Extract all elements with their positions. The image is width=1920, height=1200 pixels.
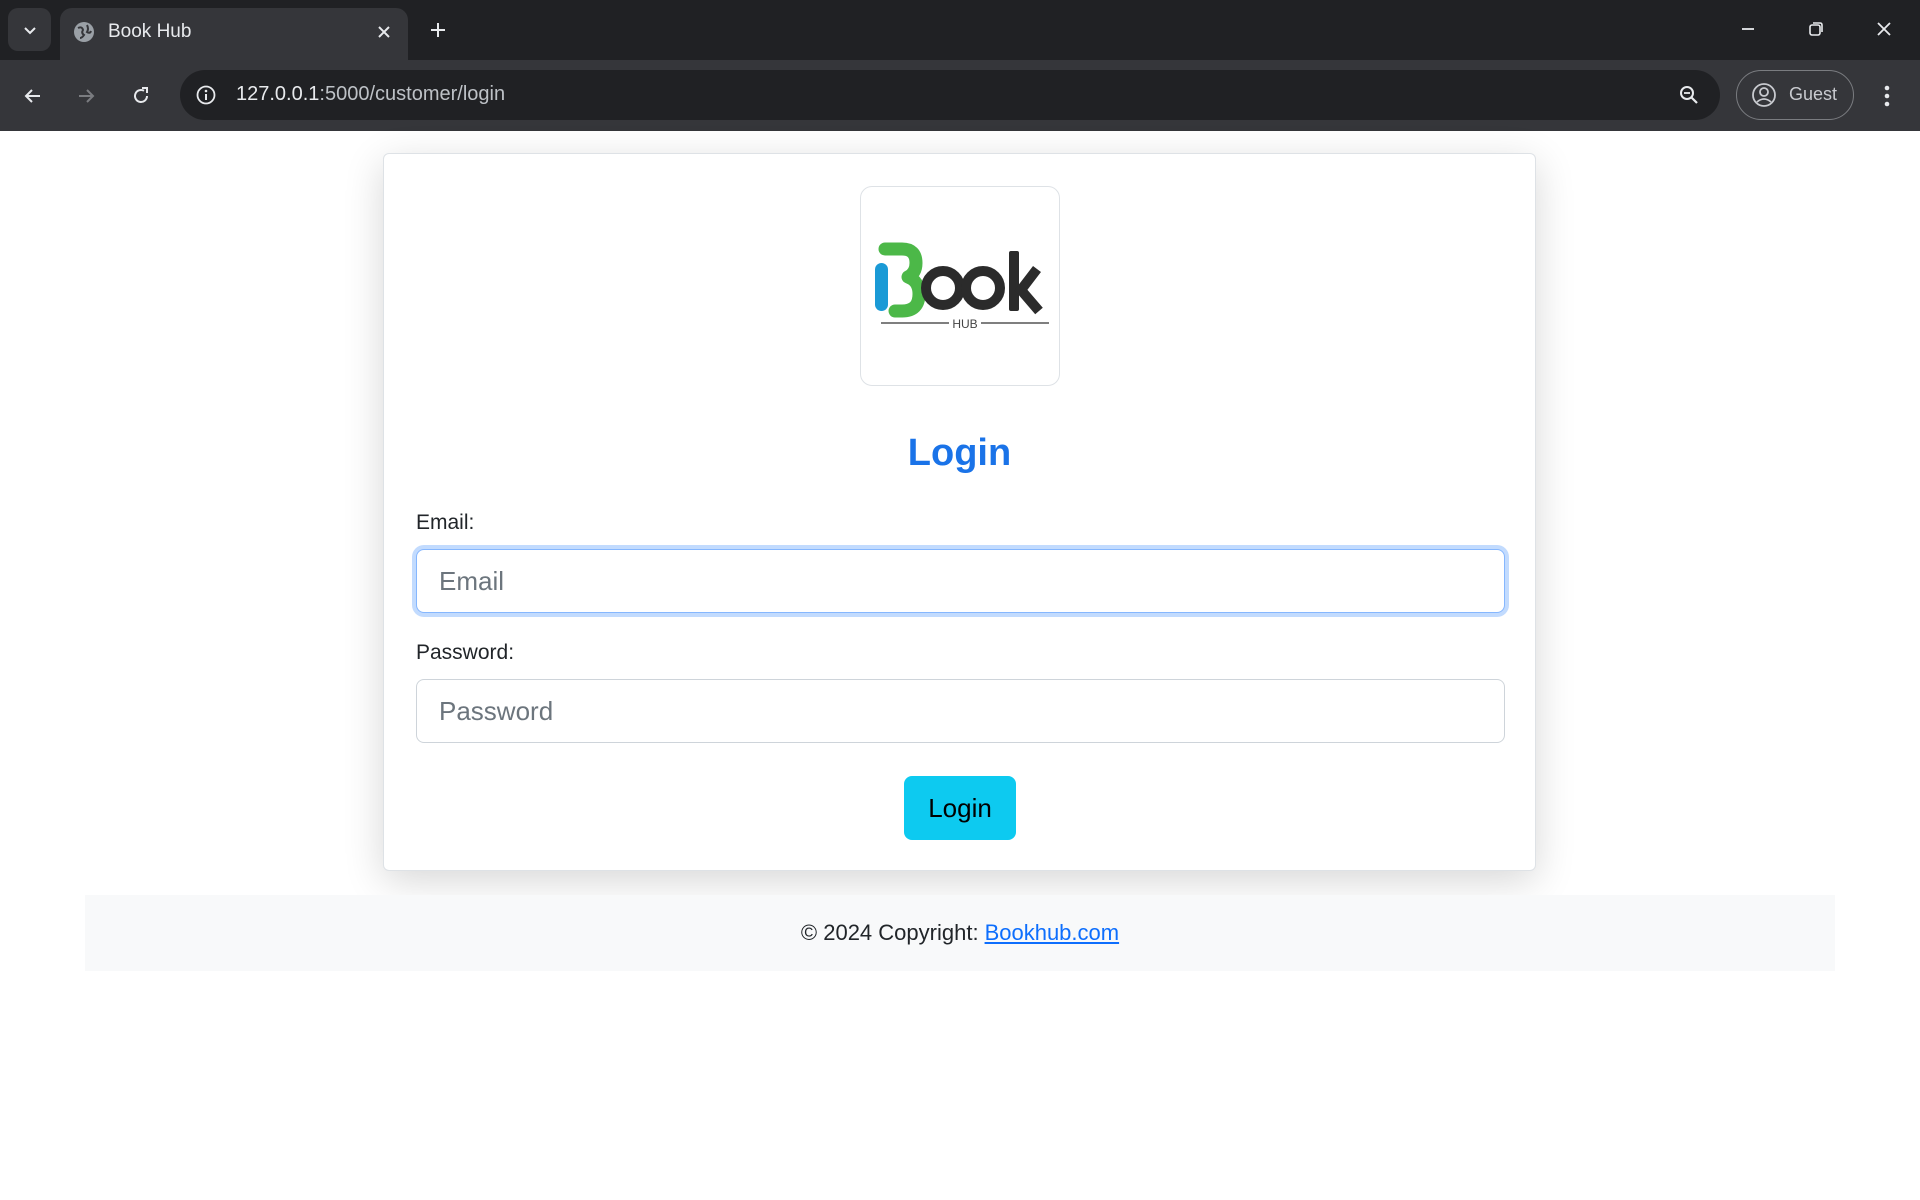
arrow-left-icon: [24, 89, 40, 103]
profile-button[interactable]: Guest: [1736, 70, 1854, 120]
reload-icon: [134, 87, 148, 103]
close-icon: [1877, 22, 1891, 36]
account-icon: [1752, 83, 1776, 107]
browser-menu-button[interactable]: [1870, 76, 1904, 116]
forward-button[interactable]: [66, 76, 106, 116]
login-card: HUB Login Email: Password: Login: [383, 153, 1536, 871]
tab-search-button[interactable]: [8, 8, 51, 51]
tab-close-button[interactable]: [370, 18, 398, 46]
email-label: Email:: [416, 511, 475, 534]
info-icon: [196, 85, 216, 105]
footer: © 2024 Copyright: Bookhub.com: [85, 895, 1835, 971]
zoom-button[interactable]: [1674, 80, 1704, 110]
footer-link[interactable]: Bookhub.com: [985, 920, 1120, 946]
chevron-down-icon: [23, 26, 36, 34]
restore-button[interactable]: [1794, 10, 1838, 48]
password-field[interactable]: [416, 679, 1505, 743]
restore-icon: [1809, 22, 1823, 36]
close-window-button[interactable]: [1862, 10, 1906, 48]
page-title: Login: [907, 432, 1012, 474]
minimize-button[interactable]: [1726, 10, 1770, 48]
email-field[interactable]: [416, 549, 1505, 613]
url-text: 127.0.0.1:5000/customer/login: [236, 83, 505, 106]
close-icon: [378, 26, 390, 38]
new-tab-button[interactable]: [422, 14, 454, 46]
plus-icon: [431, 23, 445, 37]
profile-label: Guest: [1789, 84, 1838, 104]
browser-toolbar: 127.0.0.1:5000/customer/login Guest: [0, 60, 1920, 131]
svg-text:HUB: HUB: [952, 317, 977, 331]
password-label: Password:: [416, 641, 515, 664]
reload-button[interactable]: [121, 76, 161, 116]
bookhub-logo: HUB: [875, 242, 1049, 331]
back-button[interactable]: [13, 76, 53, 116]
login-button[interactable]: Login: [904, 776, 1016, 840]
address-bar[interactable]: 127.0.0.1:5000/customer/login: [180, 70, 1720, 120]
browser-tab-active[interactable]: Book Hub: [60, 8, 408, 60]
url-host: 127.0.0.1: [236, 83, 320, 105]
more-vert-icon: [1884, 85, 1890, 107]
zoom-icon: [1680, 86, 1698, 104]
minimize-icon: [1742, 28, 1754, 30]
site-info-button[interactable]: [190, 79, 222, 111]
url-path: :5000/customer/login: [319, 83, 506, 105]
logo-container: HUB: [860, 186, 1060, 386]
browser-tab-bar: Book Hub: [0, 0, 1920, 60]
arrow-right-icon: [79, 89, 95, 103]
globe-icon: [74, 22, 94, 42]
footer-copyright-text: © 2024 Copyright:: [800, 920, 979, 945]
tab-title: Book Hub: [108, 21, 192, 42]
